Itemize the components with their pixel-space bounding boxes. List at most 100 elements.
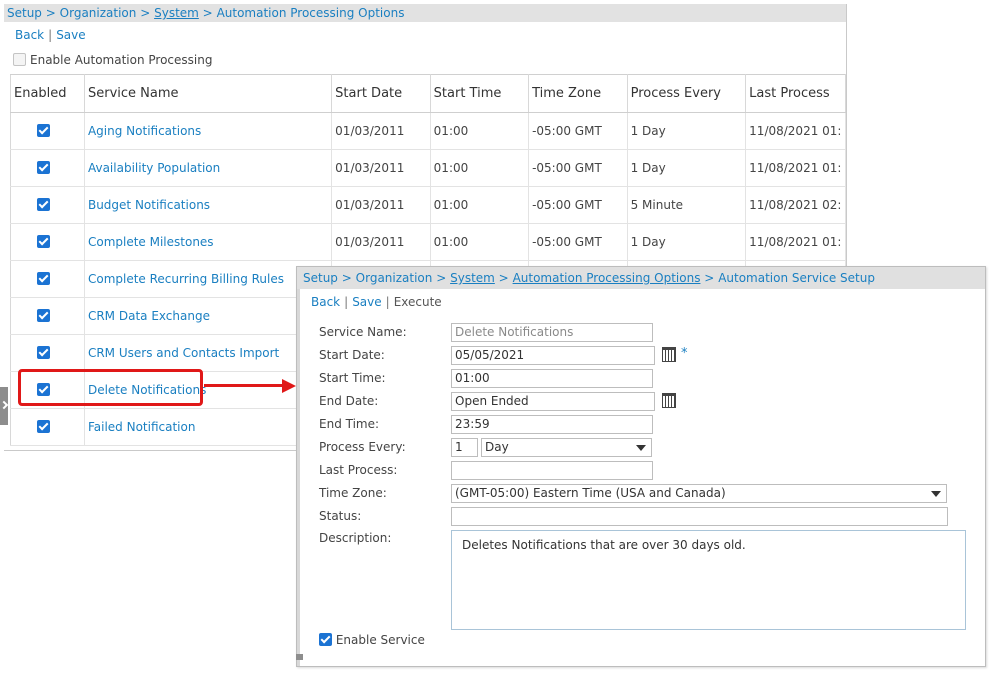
calendar-icon[interactable] [662,347,676,362]
breadcrumb-system[interactable]: System [154,6,199,20]
start-time-cell: 01:00 [430,149,530,187]
breadcrumb-setup[interactable]: Setup [303,271,338,285]
service-link[interactable]: Budget Notifications [88,198,210,212]
service-link[interactable]: Aging Notifications [88,124,201,138]
description-textarea[interactable]: Deletes Notifications that are over 30 d… [451,530,966,630]
end-time-field[interactable]: 23:59 [451,415,653,434]
service-name-label: Service Name: [319,325,407,339]
enable-automation-toggle[interactable]: Enable Automation Processing [13,53,212,67]
breadcrumb-setup[interactable]: Setup [7,6,42,20]
enabled-cell [10,260,85,298]
enabled-checkbox[interactable] [36,420,50,433]
breadcrumb-sep: > [341,271,352,285]
service-name-cell: Failed Notification [84,408,333,446]
time-zone-label: Time Zone: [319,486,387,500]
breadcrumb-sep: > [704,271,715,285]
enabled-checkbox[interactable] [36,272,50,285]
col-enabled[interactable]: Enabled [10,74,85,113]
enabled-cell [10,186,85,224]
service-name-cell: Availability Population [84,149,333,187]
start-time-cell: 01:00 [430,112,530,150]
start-date-field[interactable]: 05/05/2021 [451,346,655,365]
process-every-count-field[interactable]: 1 [451,438,478,457]
time-zone-select[interactable]: (GMT-05:00) Eastern Time (USA and Canada… [451,484,947,503]
col-time-zone[interactable]: Time Zone [528,74,628,113]
service-link[interactable]: Availability Population [88,161,220,175]
time-zone-value: (GMT-05:00) Eastern Time (USA and Canada… [455,486,726,500]
last-process-cell: 11/08/2021 02: [745,186,846,224]
enable-service-checkbox[interactable] [319,633,332,646]
end-date-field[interactable]: Open Ended [451,392,655,411]
enabled-checkbox[interactable] [36,309,50,322]
breadcrumb-current: Automation Processing Options [216,6,405,20]
start-time-label: Start Time: [319,371,386,385]
service-name-cell: CRM Data Exchange [84,297,333,335]
start-date-cell: 01/03/2011 [331,149,431,187]
enabled-checkbox[interactable] [36,198,50,211]
back-button[interactable]: Back [311,295,340,309]
enabled-checkbox[interactable] [36,161,50,174]
enabled-checkbox[interactable] [36,124,50,137]
service-link[interactable]: Failed Notification [88,420,196,434]
enabled-cell [10,408,85,446]
breadcrumb-organization[interactable]: Organization [356,271,433,285]
process-every-cell: 1 Day [627,149,747,187]
setup-breadcrumb: Setup > Organization > System > Automati… [297,267,985,289]
back-button[interactable]: Back [15,28,44,42]
process-every-cell: 1 Day [627,112,747,150]
status-field[interactable] [451,507,948,526]
last-process-cell: 11/08/2021 01: [745,112,846,150]
col-start-date[interactable]: Start Date [331,74,431,113]
sidebar-expand-handle[interactable] [0,387,8,425]
service-name-cell: Complete Recurring Billing Rules [84,260,333,298]
service-link[interactable]: CRM Users and Contacts Import [88,346,279,360]
start-time-cell: 01:00 [430,186,530,224]
resize-handle[interactable] [296,654,303,660]
breadcrumb-sep: > [498,271,509,285]
panel-left-border [297,289,300,666]
service-link[interactable]: Complete Milestones [88,235,214,249]
time-zone-cell: -05:00 GMT [528,186,628,224]
enabled-checkbox[interactable] [36,235,50,248]
col-service-name[interactable]: Service Name [84,74,333,113]
start-date-cell: 01/03/2011 [331,112,431,150]
process-every-cell: 5 Minute [627,186,747,224]
enable-automation-checkbox[interactable] [13,53,26,66]
process-every-unit-value: Day [485,440,509,454]
col-last-process[interactable]: Last Process [745,74,846,113]
start-time-field[interactable]: 01:00 [451,369,653,388]
enabled-cell [10,149,85,187]
callout-arrow-icon [282,379,296,393]
enabled-cell [10,223,85,261]
start-time-cell: 01:00 [430,223,530,261]
enabled-cell [10,112,85,150]
start-date-cell: 01/03/2011 [331,223,431,261]
save-button[interactable]: Save [352,295,381,309]
calendar-icon[interactable] [662,393,676,408]
chevron-down-icon [931,491,941,497]
execute-button[interactable]: Execute [394,295,442,309]
action-sep: | [385,295,390,309]
breadcrumb-organization[interactable]: Organization [60,6,137,20]
service-link[interactable]: CRM Data Exchange [88,309,210,323]
service-name-field[interactable]: Delete Notifications [451,323,653,342]
start-date-cell: 01/03/2011 [331,186,431,224]
enabled-checkbox[interactable] [36,346,50,359]
highlight-box [18,369,203,406]
save-button[interactable]: Save [56,28,85,42]
enable-service-label: Enable Service [335,633,425,647]
breadcrumb: Setup > Organization > System > Automati… [4,4,846,22]
service-link[interactable]: Complete Recurring Billing Rules [88,272,284,286]
process-every-unit-select[interactable]: Day [481,438,652,457]
col-start-time[interactable]: Start Time [430,74,530,113]
breadcrumb-automation-processing-options[interactable]: Automation Processing Options [513,271,701,285]
last-process-field[interactable] [451,461,653,480]
enable-service-toggle[interactable]: Enable Service [319,633,425,647]
col-process-every[interactable]: Process Every [627,74,747,113]
breadcrumb-sep: > [436,271,447,285]
enable-automation-label: Enable Automation Processing [30,53,213,67]
end-date-label: End Date: [319,394,379,408]
callout-arrow-line [204,384,284,387]
breadcrumb-system[interactable]: System [450,271,495,285]
end-time-label: End Time: [319,417,380,431]
